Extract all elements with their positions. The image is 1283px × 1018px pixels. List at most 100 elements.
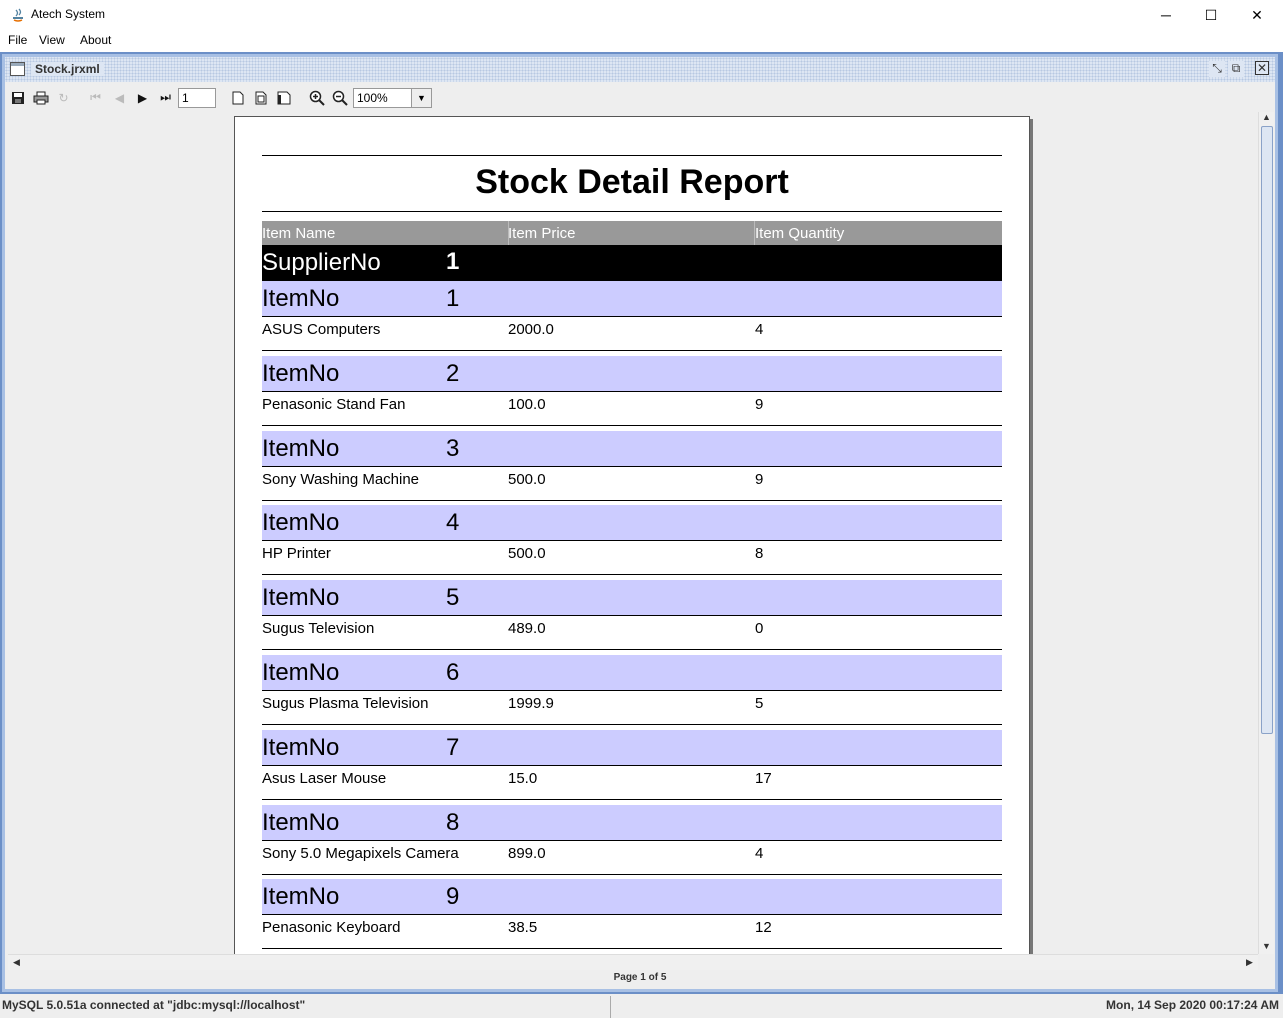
item-price-cell: 15.0 [508,769,538,787]
zoom-in-icon[interactable] [306,87,327,108]
maximize-button[interactable]: ☐ [1188,0,1234,30]
item-group-band: ItemNo 4 [262,505,1002,542]
print-icon[interactable] [30,87,51,108]
item-label: ItemNo [262,733,340,761]
item-number: 3 [446,434,460,462]
item-group-band: ItemNo 7 [262,729,1002,766]
table-row: Sugus Plasma Television 1999.9 5 [262,695,1002,715]
frame-title-bar[interactable]: Stock.jrxml ⤡ ⧉ ✕ [5,57,1275,82]
minimize-button[interactable]: ─ [1143,0,1189,30]
previous-page-icon[interactable]: ◀ [109,87,130,108]
item-label: ItemNo [262,659,340,686]
item-price-cell: 2000.0 [508,321,554,338]
scroll-up-icon[interactable]: ▲ [1262,112,1271,122]
report-internal-frame: Stock.jrxml ⤡ ⧉ ✕ ↻ ⏮ ◀ ▶ ⏭ 1 100% ▼ Sto… [2,54,1278,992]
item-label: ItemNo [262,509,340,537]
scroll-left-icon[interactable]: ◀ [13,957,20,968]
item-label: ItemNo [262,285,340,312]
item-price-cell: 500.0 [508,545,546,563]
report-page: Stock Detail Report Item Name Item Price… [234,116,1030,954]
status-bar: MySQL 5.0.51a connected at "jdbc:mysql:/… [0,994,1283,1018]
frame-icon [10,62,25,76]
connection-status: MySQL 5.0.51a connected at "jdbc:mysql:/… [2,998,306,1012]
maximize-frame-icon[interactable]: ⧉ [1228,61,1244,77]
chevron-down-icon[interactable]: ▼ [411,89,431,107]
save-icon[interactable] [7,87,28,108]
table-row: Sugus Television 489.0 0 [262,620,1002,640]
item-group-band: ItemNo 6 [262,655,1002,691]
item-group: ItemNo 4 HP Printer 500.0 8 [262,505,1002,579]
menu-bar: File View About [0,30,1283,52]
page-number-input[interactable] [178,88,216,108]
row-rule [262,873,1002,875]
actual-size-icon[interactable] [227,87,248,108]
horizontal-scrollbar[interactable]: ◀ ▶ [8,954,1258,970]
next-page-icon[interactable]: ▶ [132,87,153,108]
item-name-cell: Sony Washing Machine [262,470,420,488]
vertical-scrollbar[interactable]: ▲ ▼ [1258,112,1274,954]
row-rule [262,724,1002,725]
row-rule [262,574,1002,576]
item-group-band: ItemNo 5 [262,580,1002,617]
row-rule [262,350,1002,351]
item-group-band: ItemNo 1 [262,281,1002,317]
item-name-cell: HP Printer [262,545,331,563]
item-number: 5 [446,584,460,612]
iconify-icon[interactable]: ⤡ [1209,61,1225,77]
item-name-cell: Sony 5.0 Megapixels Camera [262,844,459,862]
item-number: 4 [446,509,460,537]
item-group: ItemNo 5 Sugus Television 489.0 0 [262,580,1002,654]
item-label: ItemNo [262,883,340,911]
close-frame-icon[interactable]: ✕ [1255,61,1269,75]
fit-width-icon[interactable] [273,87,294,108]
item-label: ItemNo [262,434,340,462]
zoom-value: 100% [357,91,388,105]
table-row: HP Printer 500.0 8 [262,545,1002,565]
item-label: ItemNo [262,584,340,612]
item-group: ItemNo 9 Penasonic Keyboard 38.5 12 [262,879,1002,953]
last-page-icon[interactable]: ⏭ [155,87,176,108]
item-label: ItemNo [262,359,340,387]
row-rule [262,798,1002,800]
column-header-band: Item Name Item Price Item Quantity [262,221,1002,245]
item-quantity-cell: 5 [755,695,764,712]
item-quantity-cell: 4 [755,321,764,338]
item-quantity-cell: 17 [755,769,772,787]
page-indicator: Page 1 of 5 [613,972,667,983]
window-title: Atech System [31,7,106,21]
item-name-cell: Sugus Plasma Television [262,695,429,712]
item-quantity-cell: 9 [755,470,764,488]
report-viewport: Stock Detail Report Item Name Item Price… [8,112,1258,954]
item-number: 7 [446,733,460,761]
item-name-cell: Penasonic Keyboard [262,919,401,937]
item-group-band: ItemNo 8 [262,804,1002,841]
java-app-icon [10,7,26,23]
scroll-right-icon[interactable]: ▶ [1246,957,1253,968]
item-price-cell: 899.0 [508,844,546,862]
first-page-icon[interactable]: ⏮ [85,87,106,108]
item-price-cell: 489.0 [508,620,546,638]
item-group: ItemNo 1 ASUS Computers 2000.0 4 [262,281,1002,355]
item-quantity-cell: 0 [755,620,764,638]
item-price-cell: 500.0 [508,470,546,488]
reload-icon[interactable]: ↻ [53,87,74,108]
vertical-scroll-thumb[interactable] [1261,126,1273,734]
close-button[interactable]: ✕ [1234,0,1280,30]
fit-page-icon[interactable] [250,87,271,108]
report-title: Stock Detail Report [475,163,789,201]
item-name-cell: Sugus Television [262,620,375,638]
item-group: ItemNo 8 Sony 5.0 Megapixels Camera 899.0 4 [262,804,1002,879]
zoom-select[interactable]: 100% ▼ [353,88,432,108]
row-rule [262,649,1002,651]
row-rule [262,948,1002,950]
row-rule [262,499,1002,501]
menu-view[interactable]: View [39,33,65,47]
status-divider [610,996,611,1018]
item-number: 1 [446,285,460,312]
column-header-item-quantity: Item Quantity [755,225,845,242]
menu-about[interactable]: About [80,33,111,47]
menu-file[interactable]: File [8,33,27,47]
zoom-out-icon[interactable] [329,87,350,108]
scroll-down-icon[interactable]: ▼ [1262,941,1271,951]
column-header-item-price: Item Price [508,225,576,242]
